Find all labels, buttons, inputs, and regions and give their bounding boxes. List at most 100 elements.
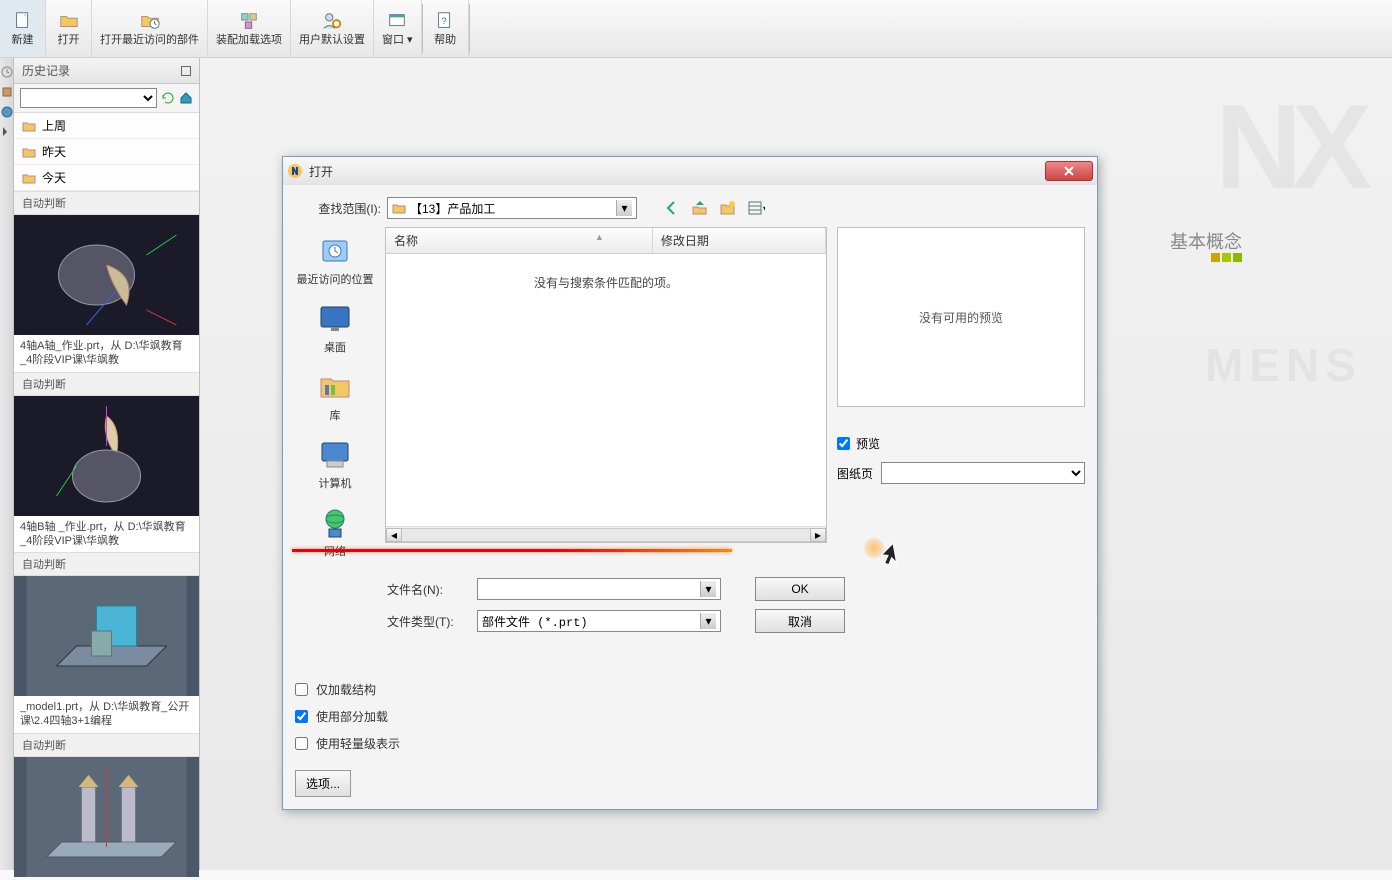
history-item-0[interactable]: 自动判断 4轴A轴_作业.prt，从 D:\华飒教育_4阶段VIP课\华飒教 — [14, 191, 199, 372]
file-list-empty: 没有与搜索条件匹配的项。 — [386, 254, 826, 526]
nav-up-icon[interactable] — [691, 199, 709, 217]
cancel-button[interactable]: 取消 — [755, 609, 845, 633]
toolbar-open[interactable]: 打开 — [46, 0, 92, 57]
left-tab-strip — [0, 58, 14, 870]
tab-history-icon[interactable] — [1, 66, 13, 78]
svg-text:▾: ▾ — [763, 204, 765, 213]
siemens-watermark: MENS — [1205, 338, 1362, 392]
new-file-icon — [12, 10, 34, 32]
drawingsheet-combo[interactable] — [881, 462, 1085, 484]
open-dialog: 打开 查找范围(I): 【13】产品加工 ▾ ▾ 最近访问 — [282, 156, 1098, 810]
history-panel: 历史记录 上周 昨天 今天 自动判断 4轴A轴_作业.prt，从 D:\华飒教育… — [14, 58, 200, 870]
history-panel-header: 历史记录 — [14, 58, 199, 84]
folder-last-week[interactable]: 上周 — [14, 113, 199, 139]
toolbar-asm-opts[interactable]: 装配加载选项 — [208, 0, 291, 57]
place-computer[interactable]: 计算机 — [317, 437, 353, 491]
toolbar-recent[interactable]: 打开最近访问的部件 — [92, 0, 208, 57]
filename-combo[interactable]: ▾ — [477, 578, 721, 600]
corner-label: 基本概念 — [1170, 228, 1242, 254]
folder-yesterday[interactable]: 昨天 — [14, 139, 199, 165]
tab-roles-icon[interactable] — [1, 86, 13, 98]
home-icon[interactable] — [179, 91, 193, 105]
preview-checkbox[interactable] — [837, 437, 850, 450]
corner-boxes — [1211, 253, 1242, 262]
toolbar-recent-label: 打开最近访问的部件 — [100, 34, 199, 47]
place-library[interactable]: 库 — [317, 369, 353, 423]
file-list-scrollbar[interactable]: ◂▸ — [386, 526, 826, 542]
history-thumbnail — [14, 215, 199, 335]
history-thumbnail — [14, 576, 199, 696]
drawingsheet-row: 图纸页 — [837, 462, 1085, 484]
history-title: 历史记录 — [22, 62, 70, 79]
toolbar-window[interactable]: 窗口 ▾ — [374, 0, 422, 57]
ok-button[interactable]: OK — [755, 577, 845, 601]
col-date[interactable]: 修改日期 — [653, 228, 826, 253]
folder-today[interactable]: 今天 — [14, 165, 199, 191]
opt-load-struct[interactable]: 仅加载结构 — [295, 681, 1085, 698]
folder-icon — [22, 120, 36, 132]
lookin-combo[interactable]: 【13】产品加工 ▾ — [387, 197, 637, 219]
dropdown-icon: ▾ — [700, 581, 716, 597]
opt-partial-checkbox[interactable] — [295, 710, 308, 723]
history-item-mode: 自动判断 — [14, 733, 199, 757]
folder-label: 今天 — [42, 169, 66, 186]
tab-web-icon[interactable] — [1, 106, 13, 118]
folder-label: 上周 — [42, 117, 66, 134]
nx-app-icon — [287, 163, 303, 179]
filename-label: 文件名(N): — [387, 581, 467, 598]
file-list[interactable]: 名称 ▲ 修改日期 没有与搜索条件匹配的项。 ◂▸ — [385, 227, 827, 543]
open-folder-icon — [58, 10, 80, 32]
options-button[interactable]: 选项... — [295, 770, 351, 797]
opt-load-struct-checkbox[interactable] — [295, 683, 308, 696]
opt-lightweight-checkbox[interactable] — [295, 737, 308, 750]
panel-pin-icon[interactable] — [181, 66, 191, 76]
network-icon — [317, 505, 353, 541]
toolbar-help[interactable]: ? 帮助 — [423, 0, 469, 57]
recent-folder-icon — [139, 10, 161, 32]
nav-newfolder-icon[interactable] — [719, 199, 737, 217]
library-icon — [317, 369, 353, 405]
toolbar-open-label: 打开 — [58, 34, 80, 47]
history-item-3[interactable]: 自动判断 — [14, 733, 199, 877]
nav-back-icon[interactable] — [663, 199, 681, 217]
filename-row: 文件名(N): ▾ OK — [387, 577, 1085, 601]
dialog-close-button[interactable] — [1045, 161, 1093, 181]
history-item-caption: _model1.prt，从 D:\华飒教育_公开课\2.4四轴3+1编程 — [14, 696, 199, 733]
history-item-mode: 自动判断 — [14, 191, 199, 215]
opt-label: 使用部分加载 — [316, 708, 388, 725]
place-label: 最近访问的位置 — [297, 271, 374, 287]
history-thumbnail — [14, 757, 199, 877]
history-item-caption: 4轴B轴 _作业.prt，从 D:\华飒教育_4阶段VIP课\华飒教 — [14, 516, 199, 553]
history-item-mode: 自动判断 — [14, 372, 199, 396]
preview-checkbox-row[interactable]: 预览 — [837, 435, 1085, 452]
toolbar-new[interactable]: 新建 — [0, 0, 46, 57]
history-search-combo[interactable] — [20, 88, 157, 108]
window-icon — [386, 10, 408, 32]
opt-lightweight[interactable]: 使用轻量级表示 — [295, 735, 1085, 752]
place-label: 库 — [330, 407, 341, 423]
folder-icon — [392, 202, 406, 214]
desktop-icon — [317, 301, 353, 337]
close-icon — [1064, 166, 1074, 176]
preview-pane: 没有可用的预览 预览 图纸页 — [837, 227, 1085, 565]
refresh-icon[interactable] — [161, 91, 175, 105]
folder-icon — [22, 172, 36, 184]
dialog-titlebar: 打开 — [283, 157, 1097, 185]
opt-partial[interactable]: 使用部分加载 — [295, 708, 1085, 725]
history-item-2[interactable]: 自动判断 _model1.prt，从 D:\华飒教育_公开课\2.4四轴3+1编… — [14, 552, 199, 733]
places-bar: 最近访问的位置 桌面 库 计算机 网络 — [295, 227, 375, 565]
filetype-combo[interactable]: 部件文件 (*.prt)▾ — [477, 610, 721, 632]
toolbar-defaults[interactable]: 用户默认设置 — [291, 0, 374, 57]
place-recent[interactable]: 最近访问的位置 — [297, 233, 374, 287]
file-list-header: 名称 ▲ 修改日期 — [386, 228, 826, 254]
place-network[interactable]: 网络 — [317, 505, 353, 559]
toolbar-asm-label: 装配加载选项 — [216, 34, 282, 47]
history-item-caption: 4轴A轴_作业.prt，从 D:\华飒教育_4阶段VIP课\华飒教 — [14, 335, 199, 372]
place-desktop[interactable]: 桌面 — [317, 301, 353, 355]
lookin-label: 查找范围(I): — [295, 200, 381, 217]
history-item-1[interactable]: 自动判断 4轴B轴 _作业.prt，从 D:\华飒教育_4阶段VIP课\华飒教 — [14, 372, 199, 553]
history-item-mode: 自动判断 — [14, 552, 199, 576]
col-name[interactable]: 名称 ▲ — [386, 228, 653, 253]
nav-view-icon[interactable]: ▾ — [747, 199, 765, 217]
tab-arrow-icon[interactable] — [1, 126, 13, 138]
